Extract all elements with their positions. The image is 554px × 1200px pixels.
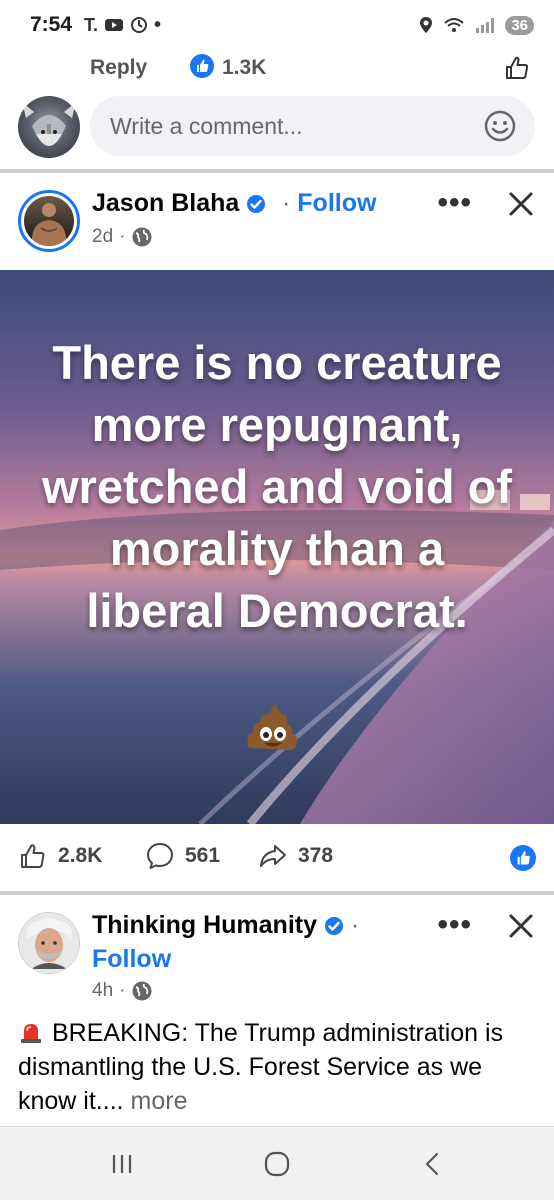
reaction-count[interactable]: 1.3K <box>222 56 266 80</box>
author-name[interactable]: Jason Blaha <box>92 189 266 218</box>
comment-action[interactable]: 561 <box>145 841 220 871</box>
carrier-icon: T. <box>84 14 99 35</box>
youtube-icon <box>105 19 124 31</box>
like-count: 2.8K <box>58 844 103 867</box>
status-notification-icons: T. • <box>84 14 161 37</box>
like-reaction-badge <box>190 54 214 78</box>
meta-separator: · <box>119 226 126 247</box>
verified-badge-icon <box>247 195 266 214</box>
viking-helmet-icon <box>22 102 76 146</box>
feed-divider <box>0 169 554 173</box>
author-name[interactable]: Thinking Humanity · <box>92 911 359 940</box>
post-text-body: BREAKING: The Trump administration is di… <box>18 1019 504 1115</box>
location-icon <box>420 17 433 33</box>
meta-separator: · <box>119 980 126 1001</box>
back-icon[interactable] <box>418 1149 448 1179</box>
more-options-button[interactable]: ••• <box>437 908 472 942</box>
poop-emoji-icon <box>247 704 298 750</box>
author-avatar[interactable] <box>18 912 80 974</box>
status-bar: 7:54 T. • 36 <box>0 0 554 50</box>
verified-badge-icon <box>324 917 343 936</box>
reply-button[interactable]: Reply <box>90 56 147 80</box>
comment-composer: Write a comment... <box>0 92 554 162</box>
follow-label: Follow <box>297 189 377 217</box>
feed-divider <box>0 891 554 895</box>
post-time[interactable]: 4h <box>92 980 113 1002</box>
post-text[interactable]: BREAKING: The Trump administration is di… <box>18 1016 538 1118</box>
globe-icon <box>132 981 152 1001</box>
emoji-icon[interactable] <box>483 109 517 143</box>
separator-dot: · <box>282 189 298 217</box>
android-nav-bar <box>0 1126 554 1200</box>
post-action-bar: 2.8K 561 378 <box>0 835 554 881</box>
like-button-icon[interactable] <box>503 54 531 82</box>
post-header: Jason Blaha · Follow 2d · ••• <box>0 186 554 266</box>
post-time[interactable]: 2d <box>92 226 113 248</box>
close-icon[interactable] <box>506 911 536 941</box>
thumbs-up-icon <box>517 851 530 865</box>
author-name-text: Jason Blaha <box>92 189 240 217</box>
separator-dot: · <box>350 911 360 939</box>
like-action[interactable]: 2.8K <box>18 841 102 871</box>
wifi-icon <box>444 18 464 32</box>
comment-bubble-icon <box>147 843 173 869</box>
einstein-photo-icon <box>26 918 72 969</box>
sync-icon <box>131 17 148 33</box>
siren-emoji-icon <box>21 1024 41 1043</box>
close-icon[interactable] <box>506 189 536 219</box>
share-arrow-icon <box>260 845 286 867</box>
previous-comment-actions: Reply 1.3K <box>0 50 554 86</box>
comment-input[interactable]: Write a comment... <box>90 96 535 156</box>
globe-icon <box>132 227 152 247</box>
comment-count: 561 <box>185 844 221 867</box>
signal-icon <box>476 18 495 33</box>
post-meta: 2d · <box>92 226 153 248</box>
dot-icon: • <box>154 13 162 36</box>
author-name-text: Thinking Humanity <box>92 911 317 939</box>
more-options-button[interactable]: ••• <box>437 186 472 220</box>
share-count: 378 <box>298 844 334 867</box>
follow-button[interactable]: Follow <box>92 945 171 974</box>
status-time: 7:54 <box>30 13 73 36</box>
bodybuilder-photo-icon <box>31 203 67 246</box>
see-more-link[interactable]: more <box>131 1087 188 1115</box>
battery-indicator: 36 <box>505 15 534 35</box>
author-avatar[interactable] <box>18 190 80 252</box>
thumbs-up-icon <box>197 59 209 72</box>
post-image[interactable]: There is no creature more repugnant, wre… <box>0 270 554 824</box>
post-meta: 4h · <box>92 980 153 1002</box>
follow-button[interactable]: · Follow <box>282 189 376 218</box>
like-reaction-badge[interactable] <box>510 845 536 871</box>
status-system-icons: 36 <box>419 15 534 35</box>
recent-apps-icon[interactable] <box>107 1149 137 1179</box>
post-header: Thinking Humanity · Follow 4h · ••• <box>0 908 554 1008</box>
home-icon[interactable] <box>262 1149 292 1179</box>
thumbs-up-icon <box>21 844 45 868</box>
user-avatar[interactable] <box>18 96 80 158</box>
share-action[interactable]: 378 <box>258 841 333 871</box>
comment-placeholder: Write a comment... <box>110 112 303 139</box>
post-image-caption: There is no creature more repugnant, wre… <box>41 336 513 637</box>
